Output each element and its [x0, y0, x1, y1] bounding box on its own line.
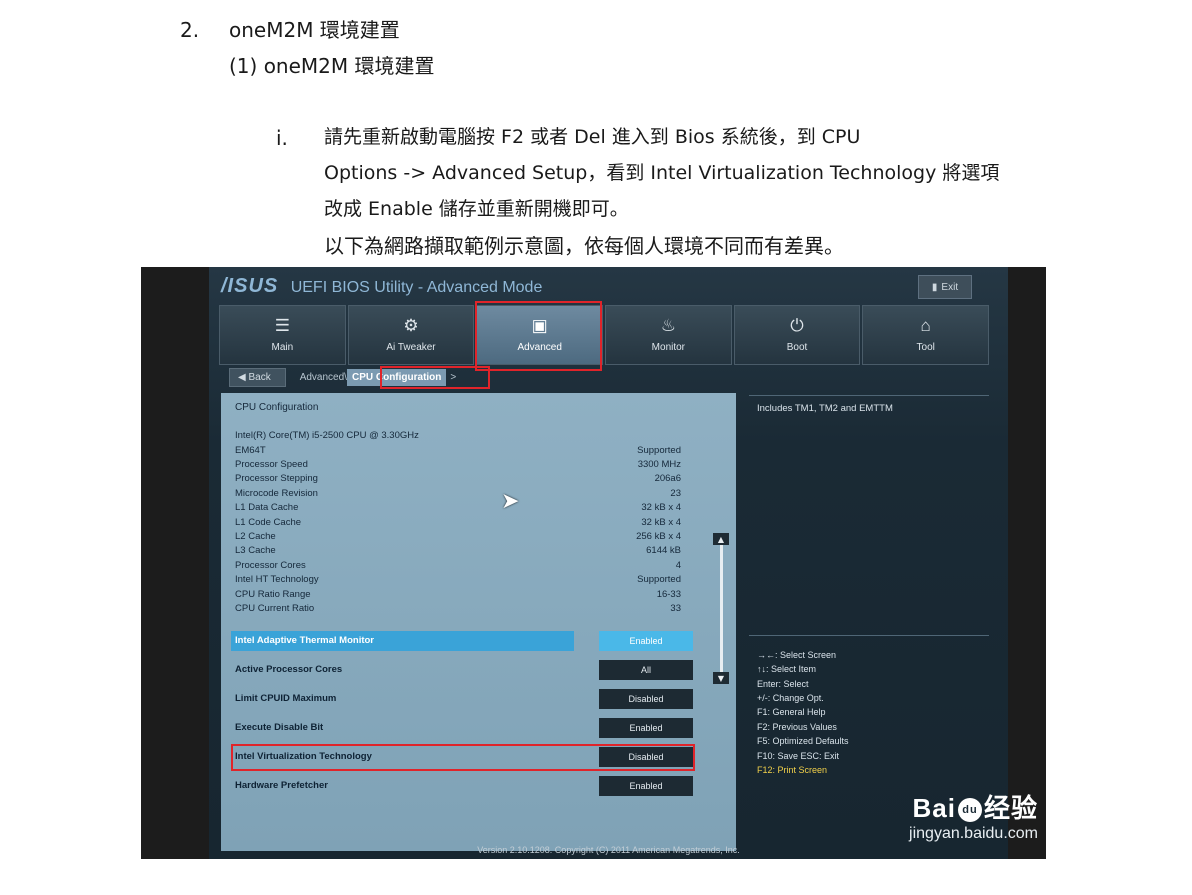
spec-row: EM64T Supported: [235, 445, 681, 456]
spec-row: Processor Speed 3300 MHz: [235, 459, 681, 470]
spec-row: CPU Ratio Range 16-33: [235, 589, 681, 600]
scrollbar-track[interactable]: [720, 539, 723, 679]
bios-version-footer: Version 2.10.1208. Copyright (C) 2011 Am…: [477, 845, 740, 855]
watermark-brand: Bai: [912, 793, 956, 823]
help-description: Includes TM1, TM2 and EMTTM: [757, 403, 893, 414]
annotation-box-virtualization: [231, 744, 695, 771]
tab-label: Main: [271, 342, 294, 353]
watermark-url: jingyan.baidu.com: [909, 825, 1038, 842]
tab-main[interactable]: ☰ Main: [219, 305, 346, 365]
tab-label: Monitor: [651, 342, 686, 353]
video-bezel-left: [141, 267, 209, 859]
option-hw-prefetcher[interactable]: Hardware Prefetcher Enabled: [231, 776, 693, 796]
option-limit-cpuid[interactable]: Limit CPUID Maximum Disabled: [231, 689, 693, 709]
tweaker-icon: ⚙: [403, 316, 419, 335]
power-icon: ⏻: [790, 316, 804, 335]
section-number: 2.: [180, 18, 200, 42]
spec-row: L1 Data Cache 32 kB x 4: [235, 502, 681, 513]
scroll-up-icon[interactable]: ▲: [713, 533, 729, 545]
help-divider: [749, 395, 989, 396]
key-help-line: →←: Select Screen: [757, 650, 837, 660]
tab-boot[interactable]: ⏻ Boot: [733, 305, 861, 365]
option-label: Limit CPUID Maximum: [235, 693, 337, 704]
spec-row: L3 Cache 6144 kB: [235, 545, 681, 556]
option-label: Intel Adaptive Thermal Monitor: [235, 635, 374, 646]
key-help-line: F10: Save ESC: Exit: [757, 751, 840, 761]
spec-row: Intel HT Technology Supported: [235, 574, 681, 585]
watermark-cn: 经验: [983, 793, 1038, 823]
tab-label: Ai Tweaker: [386, 342, 436, 353]
exit-button[interactable]: ▮ Exit: [918, 275, 972, 299]
option-label: Active Processor Cores: [235, 664, 343, 675]
key-help-line: Enter: Select: [757, 679, 809, 689]
key-help-line: F2: Previous Values: [757, 722, 837, 732]
asus-logo: /ISUS: [221, 275, 279, 297]
list-icon: ☰: [274, 316, 290, 335]
bios-tab-bar: ☰ Main ⚙ Ai Tweaker ▣ Advanced ♨ Monitor…: [219, 305, 990, 365]
spec-row: Microcode Revision 23: [235, 488, 681, 499]
cpu-name: Intel(R) Core(TM) i5-2500 CPU @ 3.30GHz: [235, 430, 419, 441]
mouse-cursor-icon: ➤: [501, 489, 520, 514]
bios-screenshot: /ISUS UEFI BIOS Utility - Advanced Mode …: [141, 267, 1046, 859]
option-value-select[interactable]: Enabled: [599, 631, 693, 651]
option-value-select[interactable]: Enabled: [599, 776, 693, 796]
spec-row: Processor Cores 4: [235, 560, 681, 571]
baidu-watermark: Bai du 经验 jingyan.baidu.com: [909, 788, 1038, 843]
option-label: Execute Disable Bit: [235, 722, 324, 733]
paragraph-line: 請先重新啟動電腦按 F2 或者 Del 進入到 Bios 系統後，到 CPU: [324, 126, 861, 148]
subsection-heading: (1) oneM2M 環境建置: [229, 54, 435, 78]
key-help-line: F5: Optimized Defaults: [757, 736, 849, 746]
annotation-box-advanced-tab: [475, 301, 602, 371]
back-button[interactable]: ◀ Back: [229, 367, 286, 387]
panel-heading: CPU Configuration: [235, 402, 319, 413]
help-divider: [749, 635, 989, 636]
monitor-icon: ♨: [660, 316, 676, 335]
tab-label: Boot: [786, 342, 808, 353]
tab-label: Tool: [916, 342, 935, 353]
exit-label: Exit: [941, 281, 959, 293]
paragraph-line: 以下為網路擷取範例示意圖，依每個人環境不同而有差異。: [324, 234, 844, 258]
breadcrumb-parent[interactable]: Advanced\: [300, 372, 347, 383]
spec-row: L1 Code Cache 32 kB x 4: [235, 517, 681, 528]
tab-monitor[interactable]: ♨ Monitor: [605, 305, 732, 365]
key-help-line: +/-: Change Opt.: [757, 693, 824, 703]
paragraph-line: 改成 Enable 儲存並重新開機即可。: [324, 198, 629, 220]
video-bezel-right: [1008, 267, 1046, 859]
key-help-line: ↑↓: Select Item: [757, 664, 817, 674]
option-execute-disable[interactable]: Execute Disable Bit Enabled: [231, 718, 693, 738]
bios-title: UEFI BIOS Utility - Advanced Mode: [290, 279, 543, 296]
option-label: Hardware Prefetcher: [235, 780, 328, 791]
key-help-line: F12: Print Screen: [757, 765, 828, 775]
option-value-select[interactable]: Enabled: [599, 718, 693, 738]
option-active-cores[interactable]: Active Processor Cores All: [231, 660, 693, 680]
option-thermal-monitor[interactable]: Intel Adaptive Thermal Monitor Enabled: [231, 631, 693, 651]
key-help-line: F1: General Help: [757, 707, 826, 717]
tab-tool[interactable]: ⌂ Tool: [862, 305, 990, 365]
exit-icon: ▮: [931, 281, 938, 293]
spec-row: CPU Current Ratio 33: [235, 603, 681, 614]
bios-titlebar: /ISUS UEFI BIOS Utility - Advanced Mode: [221, 275, 542, 298]
option-value-select[interactable]: Disabled: [599, 689, 693, 709]
spec-row: Processor Stepping 206a6: [235, 473, 681, 484]
annotation-box-cpu-configuration: [380, 366, 490, 389]
step-number: i.: [276, 126, 288, 150]
tool-icon: ⌂: [920, 316, 931, 335]
section-heading: oneM2M 環境建置: [229, 18, 400, 42]
bios-screen: /ISUS UEFI BIOS Utility - Advanced Mode …: [209, 267, 1008, 859]
paw-icon: du: [957, 798, 982, 823]
tab-ai-tweaker[interactable]: ⚙ Ai Tweaker: [347, 305, 475, 365]
scroll-down-icon[interactable]: ▼: [713, 672, 729, 684]
paragraph-line: Options -> Advanced Setup，看到 Intel Virtu…: [324, 162, 1000, 184]
spec-row: L2 Cache 256 kB x 4: [235, 531, 681, 542]
help-panel: Includes TM1, TM2 and EMTTM →←: Select S…: [749, 393, 996, 851]
option-value-select[interactable]: All: [599, 660, 693, 680]
